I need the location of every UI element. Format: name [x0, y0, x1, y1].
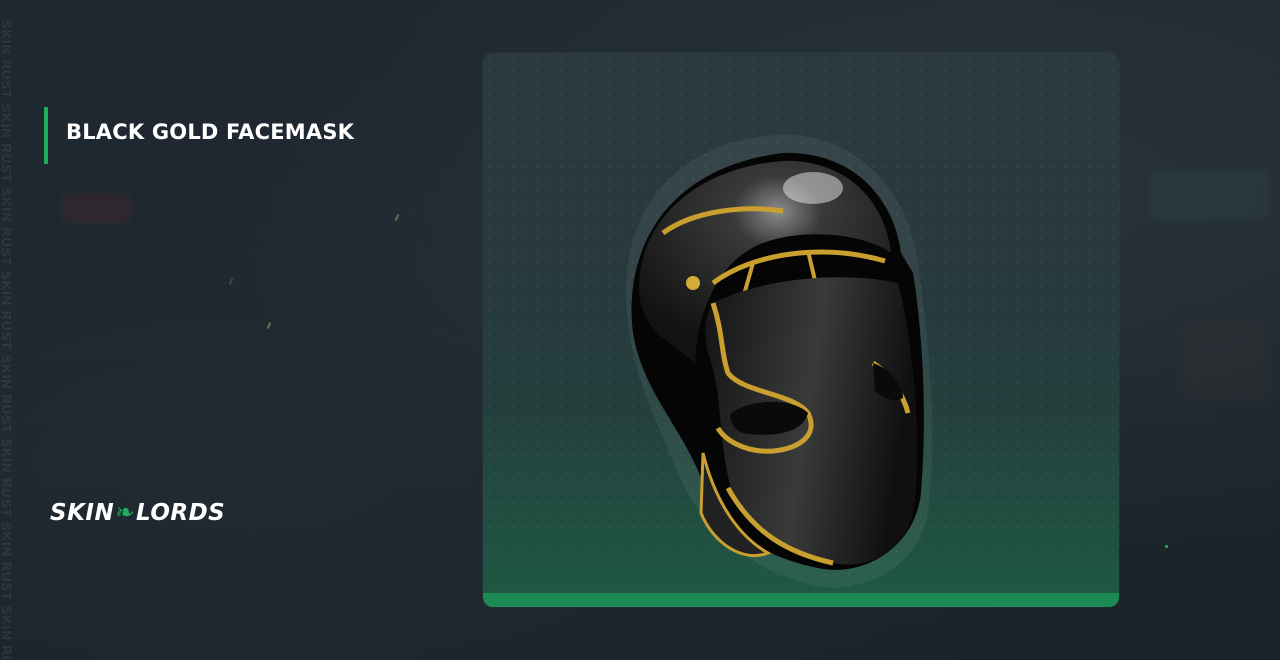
blurred-panel [1150, 170, 1270, 220]
item-preview-card [483, 53, 1119, 607]
skinlords-logo[interactable]: SKIN❧LORDS [50, 500, 225, 526]
logo-text-right: LORDS [135, 500, 226, 526]
card-bottom-bar [483, 593, 1119, 607]
spark-decoration [394, 213, 400, 222]
facemask-image [626, 134, 933, 588]
skin-showcase: SKIN RUST SKIN RUST SKIN RUST SKIN RUST … [0, 0, 1280, 660]
blurred-panel [1180, 320, 1270, 400]
side-watermark: SKIN RUST SKIN RUST SKIN RUST SKIN RUST … [0, 0, 18, 660]
leaf-icon: ❧ [115, 500, 135, 526]
blurred-badge [62, 193, 130, 223]
title-accent-bar [44, 107, 48, 164]
side-watermark-text: SKIN RUST SKIN RUST SKIN RUST SKIN RUST … [0, 20, 14, 660]
item-title: BLACK GOLD FACEMASK [66, 120, 355, 144]
spark-decoration [228, 277, 234, 286]
spark-decoration [1165, 545, 1168, 548]
logo-text-left: SKIN [50, 500, 115, 526]
spark-decoration [266, 321, 272, 330]
